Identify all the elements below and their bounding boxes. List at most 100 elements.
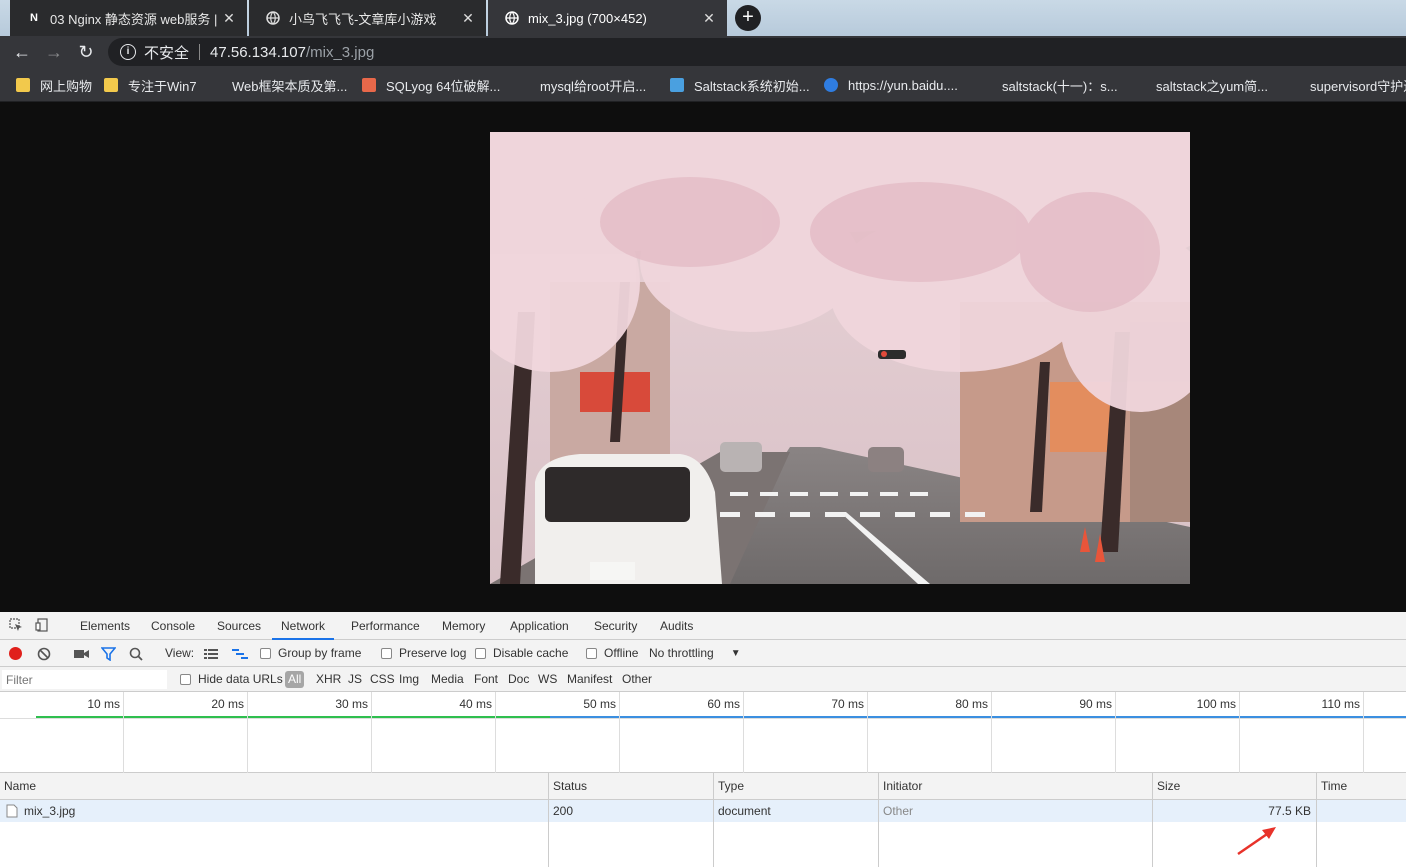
tab-console[interactable]: Console: [142, 612, 204, 640]
tick-label: 70 ms: [831, 697, 864, 711]
throttling-select[interactable]: No throttling ▼: [649, 645, 741, 662]
network-overview-timeline[interactable]: 10 ms 20 ms 30 ms 40 ms 50 ms 60 ms 70 m…: [0, 692, 1406, 773]
bookmark-item[interactable]: mysql给root开启...: [516, 76, 646, 94]
bookmark-item[interactable]: 网上购物: [16, 76, 92, 94]
close-icon[interactable]: ✕: [460, 10, 476, 26]
tab-image[interactable]: mix_3.jpg (700×452) ✕: [488, 0, 727, 36]
checkbox[interactable]: [180, 674, 191, 685]
column-divider: [1316, 822, 1317, 867]
filter-font[interactable]: Font: [474, 671, 498, 688]
tab-game[interactable]: 小鸟飞飞飞-文章库小游戏 ✕: [249, 0, 486, 36]
filter-js[interactable]: JS: [348, 671, 362, 688]
waterfall-overview-icon[interactable]: [232, 645, 248, 662]
column-name[interactable]: Name: [0, 773, 549, 800]
bookmark-item[interactable]: SQLyog 64位破解...: [362, 76, 500, 94]
close-icon[interactable]: ✕: [221, 10, 237, 26]
bookmark-item[interactable]: https://yun.baidu....: [824, 76, 958, 94]
column-divider: [878, 822, 879, 867]
tick-label: 100 ms: [1196, 697, 1236, 711]
checkbox-label: Group by frame: [278, 646, 362, 660]
page-icon: [208, 78, 222, 92]
filter-xhr[interactable]: XHR: [316, 671, 341, 688]
column-size[interactable]: Size: [1153, 773, 1317, 800]
tab-strip: N 03 Nginx 静态资源 web服务 | M ✕ 小鸟飞飞飞-文章库小游戏…: [0, 0, 1406, 36]
column-initiator[interactable]: Initiator: [879, 773, 1153, 800]
address-bar[interactable]: i 不安全 47.56.134.107 /mix_3.jpg: [108, 38, 1406, 66]
table-row[interactable]: mix_3.jpg 200 document Other 77.5 KB: [0, 800, 1406, 822]
filter-media[interactable]: Media: [431, 671, 464, 688]
column-status[interactable]: Status: [549, 773, 714, 800]
tab-memory[interactable]: Memory: [433, 612, 494, 640]
checkbox-label: Preserve log: [399, 646, 467, 660]
checkbox[interactable]: [586, 648, 597, 659]
offline-checkbox[interactable]: Offline: [586, 645, 638, 662]
search-icon[interactable]: [129, 645, 143, 662]
bookmark-label: mysql给root开启...: [540, 78, 647, 94]
tick-line: 80 ms: [955, 692, 992, 773]
filter-ws[interactable]: WS: [538, 671, 557, 688]
page-viewport: [0, 103, 1406, 612]
column-type[interactable]: Type: [714, 773, 879, 800]
tab-security[interactable]: Security: [585, 612, 646, 640]
cherry-blossom-street-image: [490, 132, 1190, 584]
tab-elements[interactable]: Elements: [71, 612, 139, 640]
n-favicon-icon: N: [30, 12, 38, 24]
checkbox[interactable]: [475, 648, 486, 659]
column-divider: [1152, 822, 1153, 867]
large-rows-icon[interactable]: [204, 645, 218, 662]
close-icon[interactable]: ✕: [701, 10, 717, 26]
bookmark-label: Web框架本质及第...: [232, 78, 348, 94]
bookmark-item[interactable]: saltstack之yum简...: [1132, 76, 1268, 94]
bookmark-item[interactable]: saltstack(十一)：s...: [978, 76, 1118, 94]
tick-line: 30 ms: [335, 692, 372, 773]
devtools-panel: Elements Console Sources Network Perform…: [0, 612, 1406, 867]
forward-arrow-icon[interactable]: →: [42, 40, 66, 64]
saltstack-icon: [670, 78, 684, 92]
tick-label: 110 ms: [1321, 697, 1360, 711]
bookmark-item[interactable]: 专注于Win7: [104, 76, 197, 94]
tick-line: 20 ms: [211, 692, 248, 773]
bookmark-item[interactable]: Saltstack系统初始...: [670, 76, 810, 94]
filter-css[interactable]: CSS: [370, 671, 395, 688]
group-by-frame-checkbox[interactable]: Group by frame: [260, 645, 361, 662]
reload-icon[interactable]: ↻: [74, 40, 98, 64]
tab-application[interactable]: Application: [501, 612, 578, 640]
preserve-log-checkbox[interactable]: Preserve log: [381, 645, 466, 662]
device-toolbar-icon[interactable]: [34, 618, 50, 634]
column-time[interactable]: Time: [1317, 773, 1406, 800]
cell-name[interactable]: mix_3.jpg: [0, 800, 549, 822]
folder-icon: [16, 78, 30, 92]
screenshot-camera-icon[interactable]: [74, 645, 89, 662]
url-path: /mix_3.jpg: [305, 43, 375, 61]
bookmark-label: 专注于Win7: [128, 78, 197, 94]
tab-sources[interactable]: Sources: [208, 612, 270, 640]
info-icon[interactable]: i: [120, 44, 136, 60]
tab-network[interactable]: Network: [272, 612, 335, 640]
inspect-element-icon[interactable]: [8, 618, 24, 634]
checkbox[interactable]: [260, 648, 271, 659]
new-tab-button[interactable]: +: [735, 5, 761, 31]
hide-data-urls-checkbox[interactable]: Hide data URLs: [180, 671, 283, 688]
tab-nginx[interactable]: N 03 Nginx 静态资源 web服务 | M ✕: [10, 0, 247, 36]
disable-cache-checkbox[interactable]: Disable cache: [475, 645, 568, 662]
bookmarks-bar: 网上购物 专注于Win7 Web框架本质及第... SQLyog 64位破解..…: [0, 68, 1406, 102]
filter-img[interactable]: Img: [399, 671, 419, 688]
filter-input[interactable]: [2, 670, 167, 689]
tab-performance[interactable]: Performance: [342, 612, 429, 640]
filter-all[interactable]: All: [285, 671, 305, 688]
column-divider: [548, 822, 549, 867]
bookmark-item[interactable]: supervisord守护进...: [1286, 76, 1406, 94]
page-icon: [1132, 78, 1146, 92]
checkbox[interactable]: [381, 648, 392, 659]
bookmark-item[interactable]: Web框架本质及第...: [208, 76, 347, 94]
tab-audits[interactable]: Audits: [651, 612, 702, 640]
back-arrow-icon[interactable]: ←: [10, 40, 34, 64]
record-icon[interactable]: [9, 645, 22, 662]
divider: [199, 44, 201, 60]
filter-other[interactable]: Other: [622, 671, 652, 688]
filter-doc[interactable]: Doc: [508, 671, 529, 688]
filter-manifest[interactable]: Manifest: [567, 671, 612, 688]
red-arrow-icon: [1237, 827, 1276, 856]
clear-icon[interactable]: [37, 645, 51, 662]
filter-funnel-icon[interactable]: [101, 645, 116, 662]
